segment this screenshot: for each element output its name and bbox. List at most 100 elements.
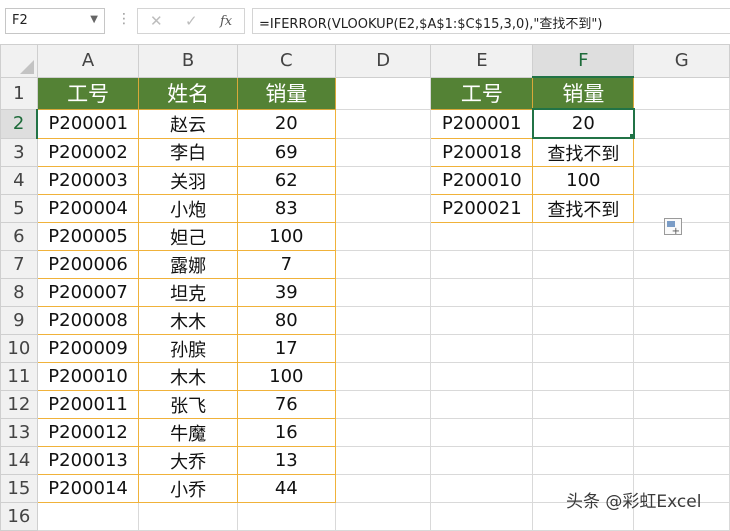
cell-f[interactable]: 查找不到 xyxy=(532,137,635,167)
cell-c[interactable]: 83 xyxy=(236,194,336,223)
cell-g[interactable] xyxy=(633,108,730,139)
cell-b[interactable]: 木木 xyxy=(138,362,238,391)
cell-g[interactable] xyxy=(633,334,730,363)
cell-c[interactable]: 44 xyxy=(236,474,336,503)
cell-a[interactable]: P200001 xyxy=(36,108,140,139)
cell-a[interactable]: P200014 xyxy=(36,474,140,503)
cell-d[interactable] xyxy=(334,166,432,195)
cell-b[interactable]: 妲己 xyxy=(138,222,238,251)
cell-b[interactable]: 坦克 xyxy=(138,278,238,307)
name-box[interactable]: F2 ▼ xyxy=(5,8,105,34)
cell-b[interactable]: 孙膑 xyxy=(138,334,238,363)
cell-b[interactable] xyxy=(138,502,238,531)
cell-a[interactable]: P200010 xyxy=(36,362,140,391)
cell-c[interactable]: 17 xyxy=(236,334,336,363)
confirm-icon[interactable]: ✓ xyxy=(185,12,198,30)
cell-d[interactable] xyxy=(334,390,432,419)
cell-a[interactable]: 工号 xyxy=(36,76,140,110)
row-header[interactable]: 2 xyxy=(0,108,39,139)
cell-b[interactable]: 李白 xyxy=(138,137,238,167)
row-header[interactable]: 1 xyxy=(0,76,38,110)
cell-g[interactable] xyxy=(633,306,730,335)
select-all-corner[interactable] xyxy=(0,44,38,78)
cell-e[interactable] xyxy=(430,474,534,503)
cell-f[interactable] xyxy=(532,250,635,279)
cell-d[interactable] xyxy=(334,250,432,279)
cell-d[interactable] xyxy=(334,306,432,335)
cell-e[interactable] xyxy=(430,362,534,391)
cell-f[interactable] xyxy=(532,278,635,307)
cell-g[interactable] xyxy=(633,250,730,279)
cell-e[interactable] xyxy=(430,278,534,307)
cell-b[interactable]: 牛魔 xyxy=(138,418,238,447)
column-header-f[interactable]: F xyxy=(532,44,635,78)
cell-b[interactable]: 大乔 xyxy=(138,446,238,475)
cell-a[interactable]: P200007 xyxy=(36,278,140,307)
cell-e[interactable]: P200018 xyxy=(430,137,534,167)
cell-g[interactable] xyxy=(633,166,730,195)
row-header[interactable]: 7 xyxy=(0,250,38,279)
cell-c[interactable]: 76 xyxy=(236,390,336,419)
cell-e[interactable] xyxy=(430,334,534,363)
cell-e[interactable] xyxy=(430,222,534,251)
cell-f[interactable] xyxy=(532,306,635,335)
insert-function-icon[interactable]: fx xyxy=(220,14,232,29)
cell-e[interactable]: 工号 xyxy=(430,76,534,110)
cell-e[interactable] xyxy=(430,390,534,419)
cell-b[interactable]: 小炮 xyxy=(138,194,238,223)
cell-c[interactable]: 39 xyxy=(236,278,336,307)
cell-d[interactable] xyxy=(334,502,432,531)
cell-c[interactable]: 16 xyxy=(236,418,336,447)
row-header[interactable]: 3 xyxy=(0,137,38,167)
cell-e[interactable] xyxy=(430,250,534,279)
cell-b[interactable]: 关羽 xyxy=(138,166,238,195)
cell-a[interactable]: P200005 xyxy=(36,222,140,251)
cell-e[interactable] xyxy=(430,446,534,475)
cell-d[interactable] xyxy=(334,137,432,167)
formula-input[interactable]: =IFERROR(VLOOKUP(E2,$A$1:$C$15,3,0),"查找不… xyxy=(252,8,730,34)
row-header[interactable]: 5 xyxy=(0,194,38,223)
cell-f[interactable] xyxy=(532,222,635,251)
cell-d[interactable] xyxy=(334,334,432,363)
cell-b[interactable]: 姓名 xyxy=(138,76,238,110)
cell-g[interactable] xyxy=(633,446,730,475)
cell-a[interactable]: P200002 xyxy=(36,137,140,167)
paste-options-icon[interactable] xyxy=(664,218,682,237)
cell-a[interactable]: P200009 xyxy=(36,334,140,363)
cell-d[interactable] xyxy=(334,278,432,307)
cell-g[interactable] xyxy=(633,390,730,419)
cell-f[interactable]: 查找不到 xyxy=(532,194,635,223)
active-cell[interactable]: 20 xyxy=(531,108,635,139)
cell-d[interactable] xyxy=(334,108,432,139)
cell-c[interactable]: 7 xyxy=(236,250,336,279)
cell-e[interactable] xyxy=(430,502,534,531)
cell-g[interactable] xyxy=(633,137,730,167)
cell-d[interactable] xyxy=(334,76,432,110)
cell-d[interactable] xyxy=(334,474,432,503)
cell-d[interactable] xyxy=(334,418,432,447)
cell-e[interactable]: P200021 xyxy=(430,194,534,223)
row-header[interactable]: 4 xyxy=(0,166,38,195)
fill-handle[interactable] xyxy=(628,133,632,136)
cell-e[interactable] xyxy=(430,306,534,335)
cell-a[interactable]: P200008 xyxy=(36,306,140,335)
cell-c[interactable]: 69 xyxy=(236,137,336,167)
row-header[interactable]: 6 xyxy=(0,222,38,251)
cell-a[interactable]: P200006 xyxy=(36,250,140,279)
cell-f[interactable] xyxy=(532,334,635,363)
cell-b[interactable]: 张飞 xyxy=(138,390,238,419)
cell-f[interactable]: 100 xyxy=(532,166,635,195)
cell-d[interactable] xyxy=(334,194,432,223)
cell-c[interactable]: 100 xyxy=(236,222,336,251)
cell-d[interactable] xyxy=(334,446,432,475)
row-header[interactable]: 8 xyxy=(0,278,38,307)
cell-b[interactable]: 露娜 xyxy=(138,250,238,279)
row-header[interactable]: 10 xyxy=(0,334,38,363)
row-header[interactable]: 15 xyxy=(0,474,38,503)
cell-g[interactable] xyxy=(633,418,730,447)
cell-e[interactable]: P200001 xyxy=(430,108,534,139)
cell-c[interactable]: 100 xyxy=(236,362,336,391)
row-header[interactable]: 12 xyxy=(0,390,38,419)
cell-f[interactable] xyxy=(532,446,635,475)
column-header-d[interactable]: D xyxy=(334,44,432,78)
